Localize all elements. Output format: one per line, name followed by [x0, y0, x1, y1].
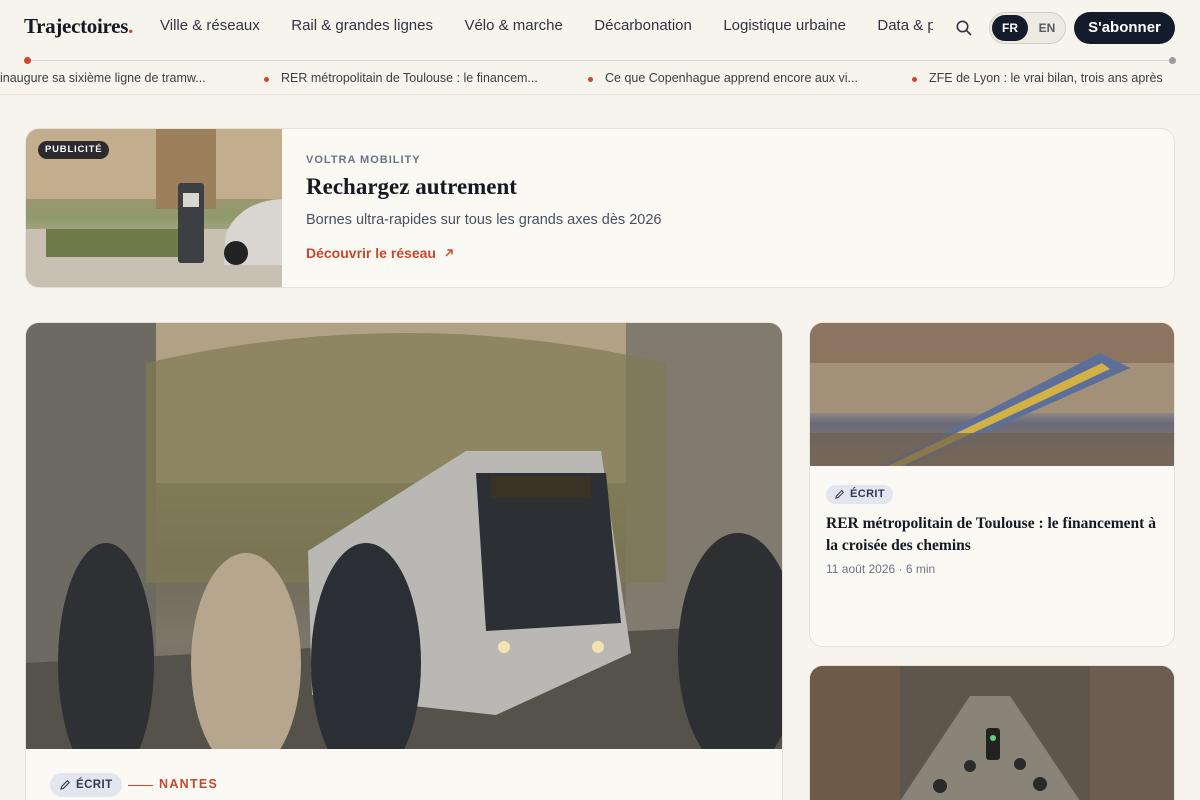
ad-cta-link[interactable]: Découvrir le réseau	[306, 245, 454, 261]
meta-rule	[128, 785, 153, 786]
hero-city[interactable]: NANTES	[159, 777, 218, 791]
logo-dot: .	[128, 14, 134, 38]
format-badge: ÉCRIT	[50, 773, 122, 797]
format-label: ÉCRIT	[850, 488, 885, 500]
article-card[interactable]: ÉCRIT RER métropolitain de Toulouse : le…	[809, 322, 1175, 647]
card-date-readtime: 11 août 2026 · 6 min	[826, 562, 936, 576]
progress-start-dot	[24, 57, 31, 64]
main-nav: Ville & réseaux Rail & grandes lignes Vé…	[160, 17, 933, 41]
format-label: ÉCRIT	[76, 779, 113, 791]
ad-cta-label: Découvrir le réseau	[306, 245, 436, 261]
nav-decarbonation[interactable]: Décarbonation	[594, 17, 692, 34]
ad-subtitle: Bornes ultra-rapides sur tous les grands…	[306, 212, 662, 228]
sponsored-badge: PUBLICITÉ	[38, 141, 110, 159]
ticker-dot	[912, 77, 917, 82]
ticker-dot	[588, 77, 593, 82]
nav-data-politique[interactable]: Data & politique	[877, 17, 933, 34]
ticker-item[interactable]: ZFE de Lyon : le vrai bilan, trois ans a…	[929, 71, 1163, 85]
lang-en-button[interactable]: EN	[1030, 15, 1064, 41]
ad-title: Rechargez autrement	[306, 174, 517, 199]
site-logo[interactable]: Trajectoires.	[24, 14, 133, 39]
ad-brand: VOLTRA MOBILITY	[306, 154, 421, 166]
news-ticker: inaugure sa sixième ligne de tramw... RE…	[0, 71, 1200, 89]
language-switch: FR EN	[989, 12, 1066, 44]
logo-text: Trajectoires	[24, 14, 129, 38]
ticker-item[interactable]: inaugure sa sixième ligne de tramw...	[0, 71, 206, 85]
article-card[interactable]	[809, 665, 1175, 800]
format-badge: ÉCRIT	[826, 485, 893, 504]
lang-fr-button[interactable]: FR	[992, 15, 1028, 41]
nav-velo-marche[interactable]: Vélo & marche	[464, 17, 562, 34]
hero-image	[26, 323, 782, 783]
search-icon[interactable]	[955, 19, 973, 37]
sponsored-card[interactable]: PUBLICITÉ VOLTRA MOBILITY Rechargez autr…	[25, 128, 1175, 288]
ticker-item[interactable]: RER métropolitain de Toulouse : le finan…	[281, 71, 538, 85]
nav-rail-grandes-lignes[interactable]: Rail & grandes lignes	[291, 17, 433, 34]
nav-logistique-urbaine[interactable]: Logistique urbaine	[723, 17, 846, 34]
card-image	[810, 323, 1174, 466]
ad-image: PUBLICITÉ	[26, 129, 282, 287]
ticker-item[interactable]: Ce que Copenhague apprend encore aux vi.…	[605, 71, 858, 85]
nav-ville-reseaux[interactable]: Ville & réseaux	[160, 17, 260, 34]
subscribe-button[interactable]: S'abonner	[1074, 12, 1175, 44]
site-header: Trajectoires. Ville & réseaux Rail & gra…	[0, 0, 1200, 95]
arrow-up-right-icon	[445, 249, 453, 257]
reading-progress-track	[28, 60, 1173, 61]
pencil-icon	[60, 780, 70, 790]
ticker-dot	[264, 77, 269, 82]
card-title[interactable]: RER métropolitain de Toulouse : le finan…	[826, 513, 1156, 557]
card-image	[810, 666, 1174, 800]
progress-end-dot	[1169, 57, 1176, 64]
hero-meta: ÉCRIT NANTES	[50, 773, 450, 797]
pencil-icon	[835, 489, 845, 499]
hero-article[interactable]: ÉCRIT NANTES	[25, 322, 783, 800]
